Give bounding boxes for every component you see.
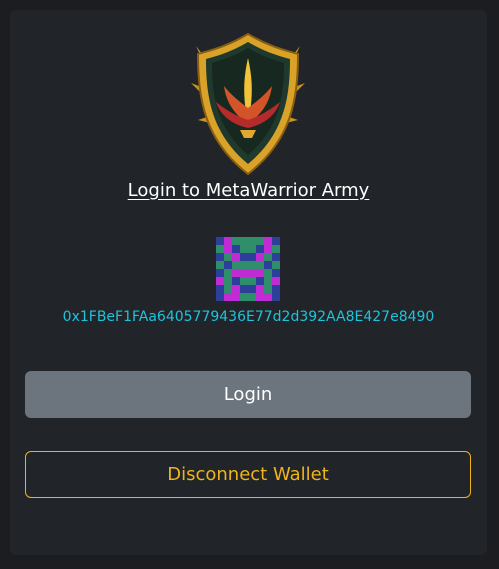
shield-crest-icon xyxy=(191,32,305,176)
login-button[interactable]: Login xyxy=(25,371,471,418)
identicon-avatar xyxy=(216,237,280,301)
wallet-address: 0x1FBeF1FAa6405779436E77d2d392AA8E427e84… xyxy=(62,309,435,325)
disconnect-wallet-button[interactable]: Disconnect Wallet xyxy=(25,451,471,498)
login-card: Login to MetaWarrior Army 0x1FBeF1FAa640… xyxy=(10,10,487,555)
login-title-link[interactable]: Login to MetaWarrior Army xyxy=(10,180,487,201)
